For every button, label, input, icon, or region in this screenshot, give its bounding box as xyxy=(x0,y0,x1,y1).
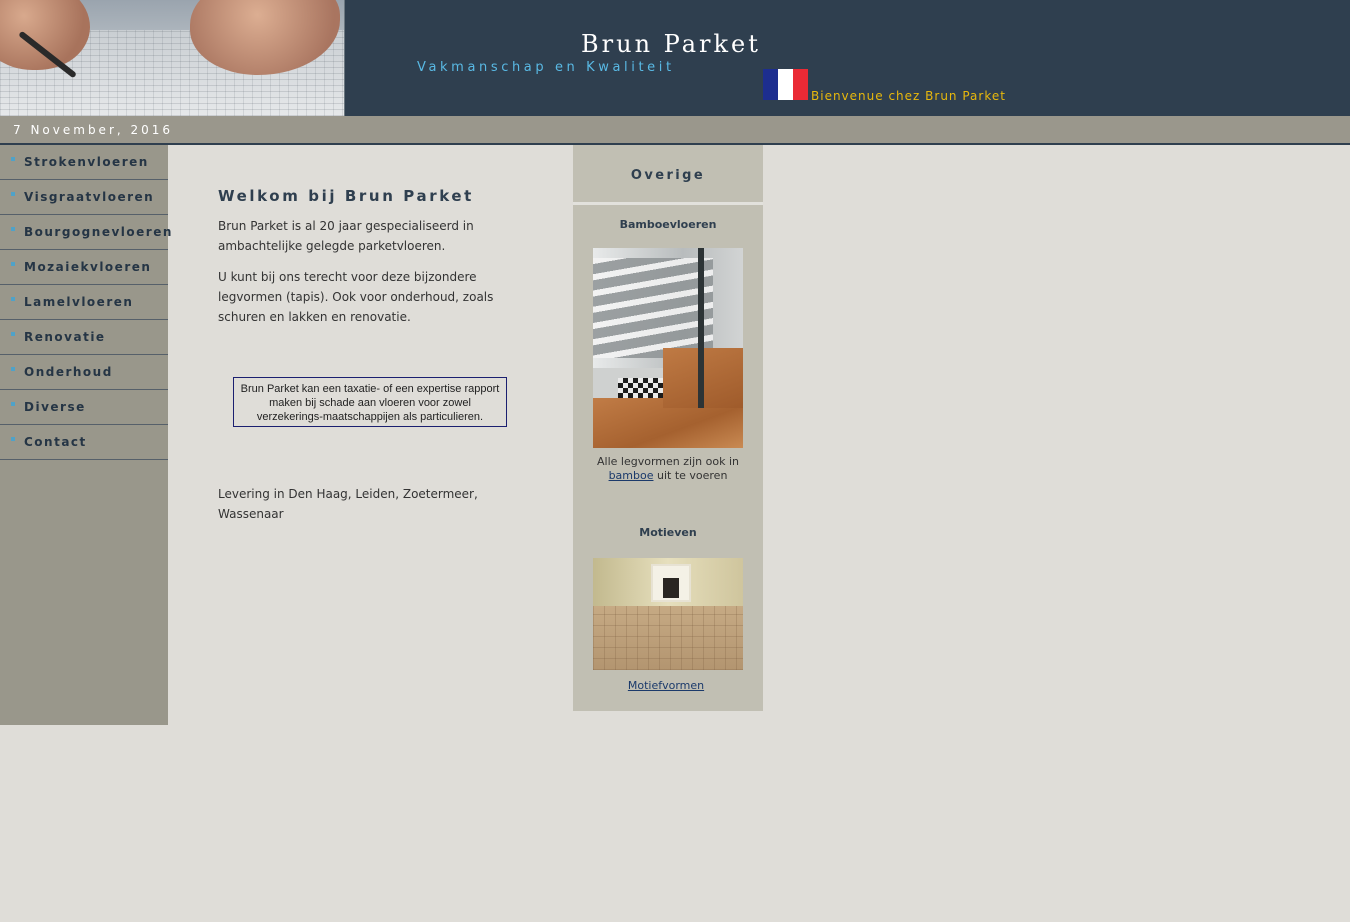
site-tagline: Vakmanschap en Kwaliteit xyxy=(417,60,675,75)
bullet-icon xyxy=(11,332,15,336)
bamboo-floor-image xyxy=(593,248,743,448)
sidebar-item-label: Renovatie xyxy=(24,330,106,344)
sidebar-item-mozaiekvloeren[interactable]: Mozaiekvloeren xyxy=(0,250,168,285)
bamboo-caption-text-end: uit te voeren xyxy=(656,469,728,482)
header-blueprint-photo xyxy=(0,0,345,116)
sidebar-item-strokenvloeren[interactable]: Strokenvloeren xyxy=(0,145,168,180)
sidebar-item-label: Mozaiekvloeren xyxy=(24,260,152,274)
bamboo-caption: Alle legvormen zijn ook in bamboe uit te… xyxy=(573,455,763,483)
bullet-icon xyxy=(11,402,15,406)
page-title: Welkom bij Brun Parket xyxy=(218,187,474,205)
sidebar-item-label: Bourgognevloeren xyxy=(24,225,173,239)
bullet-icon xyxy=(11,437,15,441)
date-bar: 7 November, 2016 xyxy=(0,116,1350,145)
sidebar-item-onderhoud[interactable]: Onderhoud xyxy=(0,355,168,390)
bullet-icon xyxy=(11,297,15,301)
bamboo-caption-text: Alle legvormen zijn ook in xyxy=(597,455,739,468)
current-date: 7 November, 2016 xyxy=(13,123,174,137)
sidebar-item-label: Lamelvloeren xyxy=(24,295,134,309)
bullet-icon xyxy=(11,192,15,196)
bullet-icon xyxy=(11,227,15,231)
sidebar-item-label: Contact xyxy=(24,435,87,449)
bamboe-link[interactable]: bamboe xyxy=(609,469,654,482)
right-column: Overige Bamboevloeren Alle legvormen zij… xyxy=(573,145,763,711)
expertise-notice-box: Brun Parket kan een taxatie- of een expe… xyxy=(233,377,507,427)
sidebar-item-contact[interactable]: Contact xyxy=(0,425,168,460)
sidebar-item-lamelvloeren[interactable]: Lamelvloeren xyxy=(0,285,168,320)
sidebar-item-label: Onderhoud xyxy=(24,365,113,379)
bullet-icon xyxy=(11,157,15,161)
bullet-icon xyxy=(11,262,15,266)
sidebar-item-visgraatvloeren[interactable]: Visgraatvloeren xyxy=(0,180,168,215)
motiefvormen-link[interactable]: Motiefvormen xyxy=(628,679,704,692)
france-flag-icon[interactable] xyxy=(763,69,808,100)
right-column-heading: Overige xyxy=(573,145,763,205)
motief-floor-image[interactable] xyxy=(593,558,743,670)
site-header: Brun Parket Vakmanschap en Kwaliteit Bie… xyxy=(0,0,1350,116)
bullet-icon xyxy=(11,367,15,371)
sidebar-item-diverse[interactable]: Diverse xyxy=(0,390,168,425)
sidebar-item-renovatie[interactable]: Renovatie xyxy=(0,320,168,355)
sidebar-item-label: Visgraatvloeren xyxy=(24,190,155,204)
fireplace-icon xyxy=(651,564,691,602)
sidebar-nav: Strokenvloeren Visgraatvloeren Bourgogne… xyxy=(0,145,171,725)
bamboo-section-title: Bamboevloeren xyxy=(619,218,717,231)
site-title: Brun Parket xyxy=(581,30,761,58)
main-content: Welkom bij Brun Parket Brun Parket is al… xyxy=(168,145,573,725)
sidebar-item-label: Strokenvloeren xyxy=(24,155,149,169)
delivery-paragraph: Levering in Den Haag, Leiden, Zoetermeer… xyxy=(218,487,478,521)
intro-paragraph: Brun Parket is al 20 jaar gespecialiseer… xyxy=(218,219,474,253)
motieven-section-title: Motieven xyxy=(639,526,697,539)
sidebar-item-bourgognevloeren[interactable]: Bourgognevloeren xyxy=(0,215,171,250)
legvormen-paragraph: U kunt bij ons terecht voor deze bijzond… xyxy=(218,270,494,324)
french-welcome-link[interactable]: Bienvenue chez Brun Parket xyxy=(811,89,1006,103)
sidebar-item-label: Diverse xyxy=(24,400,86,414)
